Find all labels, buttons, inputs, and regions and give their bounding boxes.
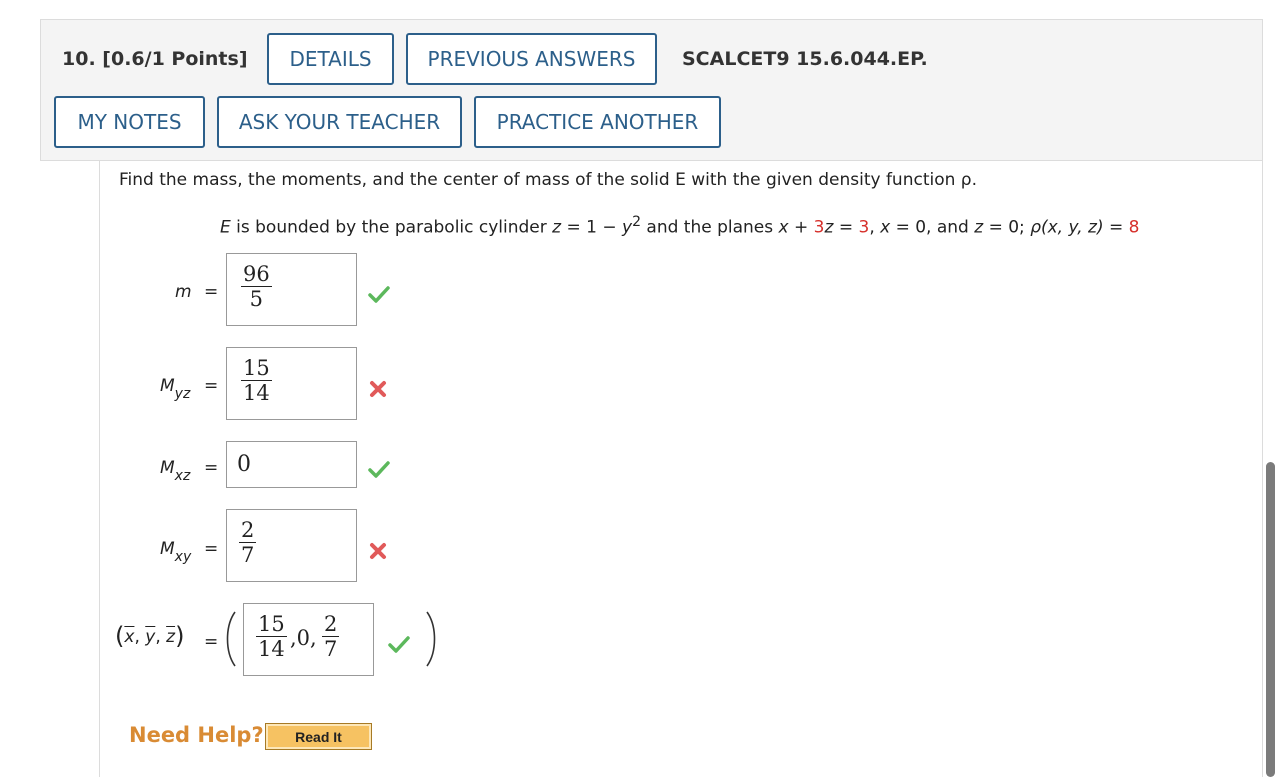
check-icon (368, 461, 390, 478)
given-text: is bounded by the parabolic cylinder (230, 217, 553, 238)
given-var-z: z (974, 217, 984, 238)
moment-symbol: M (160, 539, 175, 559)
moment-subscript: xy (174, 549, 192, 565)
myz-numerator: 15 (243, 356, 270, 380)
given-text: = (1103, 217, 1129, 238)
question-header: 10. [0.6/1 Points] DETAILS PREVIOUS ANSW… (40, 19, 1263, 161)
given-text: = (833, 217, 859, 238)
equals-sign: = (204, 376, 219, 396)
equals-sign: = (204, 282, 219, 302)
center-z-numerator: 2 (324, 612, 338, 636)
mass-fraction: 96 5 (241, 262, 272, 311)
equals-sign: = (204, 632, 219, 652)
left-paren: ( (115, 622, 125, 650)
center-x-fraction: 15 14 (256, 612, 287, 661)
center-z-denominator: 7 (324, 637, 338, 662)
mxz-answer-box[interactable]: 0 (226, 441, 357, 488)
given-var-z: z (552, 217, 562, 238)
scrollbar-thumb[interactable] (1266, 462, 1275, 777)
mxy-label: Mxy (160, 539, 191, 565)
problem-given: E is bounded by the parabolic cylinder z… (220, 214, 1139, 238)
mass-numerator: 96 (243, 262, 270, 286)
comma: , (134, 627, 140, 647)
center-x-numerator: 15 (258, 612, 285, 636)
check-icon (388, 636, 410, 653)
x-bar: x (124, 627, 135, 647)
center-of-mass-label: (x, y, z) (115, 620, 185, 650)
moment-subscript: yz (174, 386, 191, 402)
given-density-value: 8 (1128, 217, 1140, 238)
mxy-denominator: 7 (241, 543, 255, 568)
x-mark-icon (370, 381, 386, 397)
big-right-paren (426, 611, 436, 667)
given-coefficient: 3 (813, 217, 825, 238)
myz-answer-box[interactable]: 15 14 (226, 347, 357, 420)
details-button[interactable]: DETAILS (267, 33, 394, 85)
myz-label: Myz (160, 376, 190, 402)
given-text: = 0; (983, 217, 1031, 238)
given-var-x: x (880, 217, 891, 238)
practice-another-button[interactable]: PRACTICE ANOTHER (474, 96, 721, 148)
moment-symbol: M (160, 376, 175, 396)
given-density: ρ(x, y, z) (1030, 217, 1104, 238)
ask-teacher-button[interactable]: ASK YOUR TEACHER (217, 96, 462, 148)
given-text: , (869, 217, 881, 238)
previous-answers-button[interactable]: PREVIOUS ANSWERS (406, 33, 657, 85)
z-bar: z (166, 627, 176, 647)
mxy-fraction: 2 7 (239, 518, 257, 568)
right-paren: ) (175, 622, 185, 650)
center-x-denominator: 14 (258, 637, 285, 662)
problem-prompt: Find the mass, the moments, and the cent… (119, 170, 977, 190)
mxy-numerator: 2 (241, 518, 255, 542)
given-text: + (788, 217, 814, 238)
center-y-value: ,0, (290, 626, 317, 650)
problem-code: SCALCET9 15.6.044.EP. (682, 48, 928, 70)
myz-denominator: 14 (243, 381, 270, 406)
x-mark-icon (370, 543, 386, 559)
equals-sign: = (204, 539, 219, 559)
question-points: [0.6/1 Points] (102, 48, 248, 70)
given-text: and the planes (641, 217, 779, 238)
given-text: = 0, and (890, 217, 975, 238)
given-var-y: y (622, 217, 633, 238)
read-it-button[interactable]: Read It (265, 723, 372, 750)
mass-label: m (175, 282, 192, 302)
my-notes-button[interactable]: MY NOTES (54, 96, 205, 148)
given-var-e: E (220, 217, 231, 238)
given-constant: 3 (858, 217, 870, 238)
mass-answer-box[interactable]: 96 5 (226, 253, 357, 326)
equals-sign: = (204, 458, 219, 478)
myz-fraction: 15 14 (241, 356, 272, 405)
comma: , (155, 627, 161, 647)
mass-denominator: 5 (249, 287, 264, 312)
mxy-answer-box[interactable]: 2 7 (226, 509, 357, 582)
center-answer-box[interactable]: 15 14 ,0, 2 7 (243, 603, 374, 676)
need-help-label: Need Help? (129, 723, 264, 747)
check-icon (368, 286, 390, 303)
moment-subscript: xz (174, 468, 191, 484)
given-var-x: x (778, 217, 789, 238)
mass-symbol: m (175, 282, 192, 302)
moment-symbol: M (160, 458, 175, 478)
question-number: 10. [0.6/1 Points] (62, 48, 248, 70)
center-z-fraction: 2 7 (322, 612, 340, 662)
mxz-value: 0 (237, 452, 251, 477)
y-bar: y (145, 627, 156, 647)
big-left-paren (226, 611, 236, 667)
given-exponent: 2 (632, 214, 641, 230)
given-text: = 1 − (561, 217, 623, 238)
question-index: 10. (62, 48, 96, 70)
mxz-label: Mxz (160, 458, 190, 484)
